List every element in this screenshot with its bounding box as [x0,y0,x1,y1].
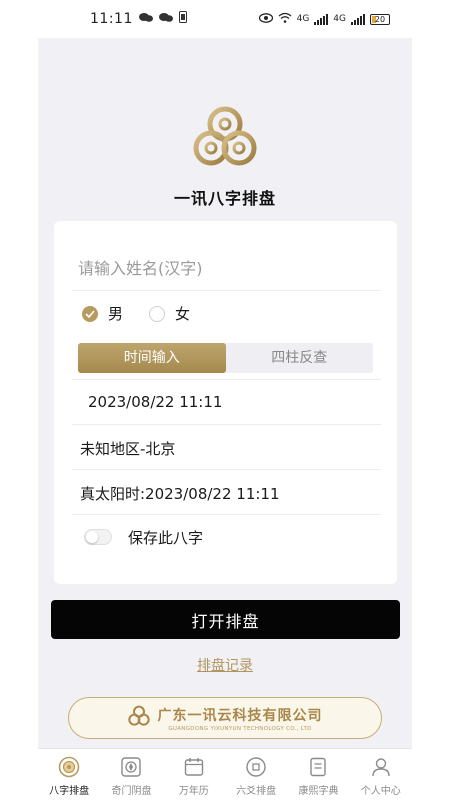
nav-profile-label: 个人中心 [360,786,401,797]
signal-icon [314,13,329,25]
status-bar: 11:11 4G 4G 20 [38,0,412,38]
divider [72,290,381,291]
divider [72,469,381,470]
gender-female-option[interactable]: 女 [149,303,190,324]
bottom-nav: 八字排盘 奇门阴盘 万年历 六爻排盘 康熙字典 个人中心 [38,748,412,800]
status-right: 4G 4G 20 [258,12,390,26]
compass-icon [120,756,142,778]
tab-pillar-reverse[interactable]: 四柱反查 [226,343,374,373]
save-bazi-toggle[interactable] [84,529,112,545]
nav-profile[interactable]: 个人中心 [350,749,412,800]
radio-checked-icon [82,305,98,322]
divider [72,514,381,515]
nav-liuyao[interactable]: 六爻排盘 [225,749,287,800]
gender-female-label: 女 [175,305,191,323]
wifi-icon [278,12,292,26]
open-chart-button[interactable]: 打开排盘 [51,600,400,639]
nav-calendar-label: 万年历 [178,786,209,797]
gender-male-option[interactable]: 男 [82,303,123,324]
network-type-label-2: 4G [333,14,346,24]
company-logo-icon [127,705,150,731]
chat-notification-icon [138,12,153,27]
gender-male-label: 男 [108,305,124,323]
eye-icon [258,12,273,26]
birth-region-field[interactable]: 未知地区-北京 [80,438,175,459]
radio-unchecked-icon [149,305,166,322]
calendar-icon [183,756,205,778]
nav-dictionary-label: 康熙字典 [298,786,339,797]
birth-datetime-field[interactable]: 2023/08/22 11:11 [88,393,222,411]
battery-level: 20 [374,14,386,24]
nav-dictionary[interactable]: 康熙字典 [287,749,349,800]
signal-icon-2 [351,13,365,25]
bagua-icon [58,756,80,778]
chart-history-link[interactable]: 排盘记录 [38,655,412,675]
book-icon [307,756,329,778]
status-time: 11:11 [90,11,133,27]
nav-calendar[interactable]: 万年历 [163,749,225,800]
nav-bazi[interactable]: 八字排盘 [38,749,100,800]
nav-bazi-label: 八字排盘 [49,786,90,797]
nav-qimen[interactable]: 奇门阴盘 [100,749,162,800]
bazi-form-card: 男 女 时间输入 四柱反查 2023/08/22 11:11 未知地区-北京 真… [54,221,397,584]
company-name: 广东一讯云科技有限公司 [157,707,323,724]
coin-icon [245,756,267,778]
input-mode-tabs: 时间输入 四柱反查 [78,343,373,373]
gender-selector: 男 女 [82,303,190,324]
network-type-label: 4G [296,14,310,24]
company-banner: 广东一讯云科技有限公司 GUANGDONG YIXUNYUN TECHNOLOG… [68,697,382,739]
name-input[interactable] [78,251,368,285]
divider [72,379,381,380]
company-name-en: GUANGDONG YIXUNYUN TECHNOLOGY CO., LTD [168,725,312,732]
chat-notification-icon-2 [158,12,173,27]
app-screen: 11:11 4G 4G 20 一讯八字排盘 请输入姓名(汉字) 男 女 时间输入… [38,0,412,800]
nav-liuyao-label: 六爻排盘 [236,786,277,797]
user-icon [370,756,392,778]
status-left: 11:11 [90,11,187,27]
company-text: 广东一讯云科技有限公司 GUANGDONG YIXUNYUN TECHNOLOG… [158,705,323,732]
app-title: 一讯八字排盘 [173,189,276,208]
divider [72,424,381,425]
nav-qimen-label: 奇门阴盘 [111,786,152,797]
tab-time-input[interactable]: 时间输入 [78,343,226,373]
true-solar-time-text: 真太阳时:2023/08/22 11:11 [80,485,280,503]
sim-card-icon [178,11,187,27]
battery-icon: 20 [370,13,390,25]
app-logo-icon [192,104,258,170]
save-bazi-label: 保存此八字 [128,529,204,547]
